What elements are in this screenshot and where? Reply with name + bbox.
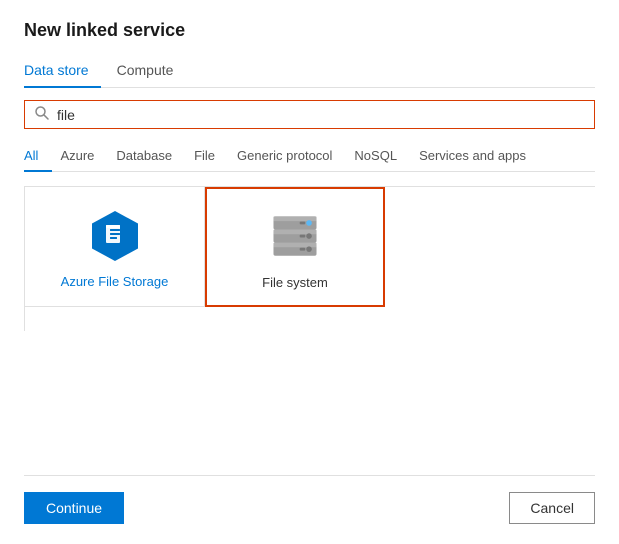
card-file-system[interactable]: File system xyxy=(205,187,385,307)
continue-button[interactable]: Continue xyxy=(24,492,124,524)
card-azure-file-storage-label: Azure File Storage xyxy=(61,274,169,289)
dialog-title: New linked service xyxy=(24,20,595,41)
file-system-icon xyxy=(265,207,325,267)
main-tabs: Data store Compute xyxy=(24,55,595,88)
new-linked-service-dialog: New linked service Data store Compute Al… xyxy=(0,0,619,544)
filter-tabs: All Azure Database File Generic protocol… xyxy=(24,141,595,172)
card-azure-file-storage[interactable]: Azure File Storage xyxy=(25,187,205,307)
filter-tab-generic-protocol[interactable]: Generic protocol xyxy=(237,142,346,172)
search-input[interactable] xyxy=(57,107,584,123)
card-file-system-label: File system xyxy=(262,275,328,290)
filter-tab-nosql[interactable]: NoSQL xyxy=(354,142,411,172)
search-box xyxy=(24,100,595,129)
filter-tab-all[interactable]: All xyxy=(24,142,52,172)
tab-data-store[interactable]: Data store xyxy=(24,56,101,88)
filter-tab-services-and-apps[interactable]: Services and apps xyxy=(419,142,540,172)
filter-tab-database[interactable]: Database xyxy=(116,142,186,172)
filter-tab-file[interactable]: File xyxy=(194,142,229,172)
tab-compute[interactable]: Compute xyxy=(117,56,186,88)
filter-tab-azure[interactable]: Azure xyxy=(60,142,108,172)
cancel-button[interactable]: Cancel xyxy=(509,492,595,524)
azure-file-storage-icon xyxy=(85,206,145,266)
footer: Continue Cancel xyxy=(24,475,595,524)
search-icon xyxy=(35,106,49,123)
cards-grid: Azure File Storage xyxy=(24,186,595,331)
